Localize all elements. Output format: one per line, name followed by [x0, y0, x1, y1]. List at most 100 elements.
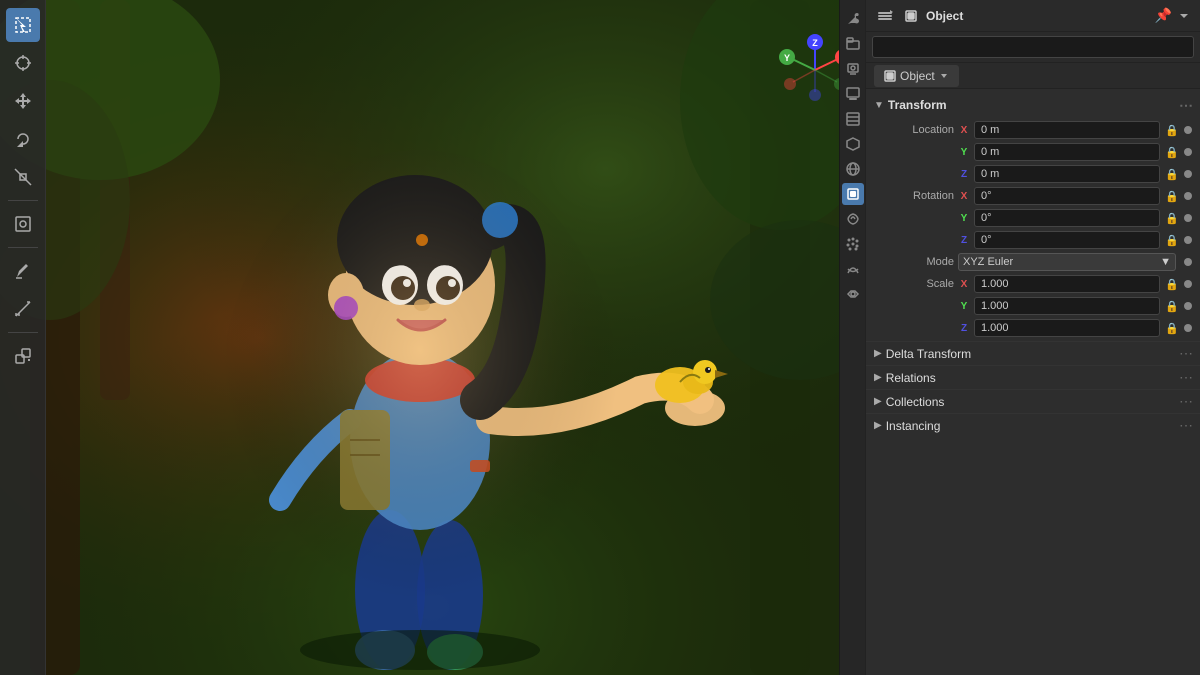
object-icon-header — [900, 5, 922, 27]
rotation-mode-select[interactable]: XYZ Euler ▼ — [958, 253, 1176, 271]
scale-z-lock[interactable]: 🔒 — [1164, 320, 1180, 336]
location-x-lock[interactable]: 🔒 — [1164, 122, 1180, 138]
props-icon-particles[interactable] — [842, 233, 864, 255]
scale-x-keyframe[interactable] — [1184, 280, 1192, 288]
props-icon-viewlayer[interactable] — [842, 108, 864, 130]
scale-y-keyframe[interactable] — [1184, 302, 1192, 310]
location-z-field[interactable]: 0 m — [974, 165, 1160, 183]
scale-y-field[interactable]: 1.000 — [974, 297, 1160, 315]
location-z-lock[interactable]: 🔒 — [1164, 166, 1180, 182]
location-x-row: Location X 0 m 🔒 — [866, 119, 1200, 141]
panel-menu-icon[interactable] — [874, 5, 896, 27]
transform-section-body: Location X 0 m 🔒 Y 0 m 🔒 — [866, 117, 1200, 341]
tool-transform[interactable] — [6, 207, 40, 241]
tool-move[interactable] — [6, 84, 40, 118]
viewport[interactable]: Z X Y — [0, 0, 865, 675]
location-z-row: Z 0 m 🔒 — [866, 163, 1200, 185]
location-y-lock[interactable]: 🔒 — [1164, 144, 1180, 160]
properties-search[interactable] — [872, 36, 1194, 58]
panel-pin-icon[interactable]: 📌 — [1155, 7, 1172, 24]
toolbar-separator-2 — [8, 247, 38, 248]
panel-header: Object 📌 — [866, 0, 1200, 32]
delta-label: Delta Transform — [886, 347, 971, 361]
scale-z-keyframe[interactable] — [1184, 324, 1192, 332]
collections-section[interactable]: ▶ Collections — [866, 389, 1200, 413]
object-tab-button[interactable]: Object — [874, 65, 959, 87]
location-y-row: Y 0 m 🔒 — [866, 141, 1200, 163]
location-x-keyframe[interactable] — [1184, 126, 1192, 134]
rotation-z-keyframe[interactable] — [1184, 236, 1192, 244]
instancing-arrow: ▶ — [874, 420, 882, 431]
tool-rotate[interactable] — [6, 122, 40, 156]
tool-scale[interactable] — [6, 160, 40, 194]
panel-expand-icon[interactable] — [1176, 8, 1192, 24]
svg-text:Z: Z — [812, 38, 818, 48]
right-panel: Object 📌 Object ▼ Transform — [865, 0, 1200, 675]
tool-select[interactable] — [6, 8, 40, 42]
scale-x-lock[interactable]: 🔒 — [1164, 276, 1180, 292]
rotation-z-field[interactable]: 0° — [974, 231, 1160, 249]
rotation-x-axis: X — [958, 191, 970, 202]
rotation-x-lock[interactable]: 🔒 — [1164, 188, 1180, 204]
mode-label: Mode — [874, 256, 954, 268]
props-icon-view[interactable] — [842, 33, 864, 55]
location-x-axis: X — [958, 125, 970, 136]
tab-dropdown-icon[interactable] — [939, 71, 949, 81]
props-icon-tools[interactable] — [842, 8, 864, 30]
panel-object-label: Object — [926, 9, 963, 23]
rotation-x-row: Rotation X 0° 🔒 — [866, 185, 1200, 207]
rotation-x-field[interactable]: 0° — [974, 187, 1160, 205]
location-x-field[interactable]: 0 m — [974, 121, 1160, 139]
props-icon-render[interactable] — [842, 58, 864, 80]
rotation-y-field[interactable]: 0° — [974, 209, 1160, 227]
delta-arrow: ▶ — [874, 348, 882, 359]
tool-annotate[interactable] — [6, 254, 40, 288]
rotation-y-keyframe[interactable] — [1184, 214, 1192, 222]
location-y-field[interactable]: 0 m — [974, 143, 1160, 161]
props-icon-constraints[interactable] — [842, 283, 864, 305]
rotation-z-row: Z 0° 🔒 — [866, 229, 1200, 251]
transform-arrow: ▼ — [874, 100, 884, 111]
toolbar-separator-3 — [8, 332, 38, 333]
properties-content: ▼ Transform Location X 0 m 🔒 Y 0 m — [866, 89, 1200, 675]
rotation-mode-row: Mode XYZ Euler ▼ — [866, 251, 1200, 273]
delta-transform-section[interactable]: ▶ Delta Transform — [866, 341, 1200, 365]
props-icon-physics[interactable] — [842, 258, 864, 280]
rotation-z-lock[interactable]: 🔒 — [1164, 232, 1180, 248]
tool-cursor[interactable] — [6, 46, 40, 80]
scale-z-field[interactable]: 1.000 — [974, 319, 1160, 337]
scale-x-axis: X — [958, 279, 970, 290]
relations-label: Relations — [886, 371, 936, 385]
toolbar-separator-1 — [8, 200, 38, 201]
scale-x-field[interactable]: 1.000 — [974, 275, 1160, 293]
rotation-z-axis: Z — [958, 235, 970, 246]
instancing-section[interactable]: ▶ Instancing — [866, 413, 1200, 437]
collections-arrow: ▶ — [874, 396, 882, 407]
transform-section-header[interactable]: ▼ Transform — [866, 93, 1200, 117]
location-y-keyframe[interactable] — [1184, 148, 1192, 156]
rotation-x-keyframe[interactable] — [1184, 192, 1192, 200]
props-icon-modifiers[interactable] — [842, 208, 864, 230]
scale-y-lock[interactable]: 🔒 — [1164, 298, 1180, 314]
scale-x-row: Scale X 1.000 🔒 — [866, 273, 1200, 295]
location-z-axis: Z — [958, 169, 970, 180]
props-icon-object[interactable] — [842, 183, 864, 205]
scale-z-axis: Z — [958, 323, 970, 334]
props-icon-world[interactable] — [842, 158, 864, 180]
left-toolbar — [0, 0, 46, 675]
scale-y-row: Y 1.000 🔒 — [866, 295, 1200, 317]
object-tab-label: Object — [900, 69, 935, 83]
collections-label: Collections — [886, 395, 945, 409]
relations-section[interactable]: ▶ Relations — [866, 365, 1200, 389]
tool-add[interactable] — [6, 339, 40, 373]
scale-z-row: Z 1.000 🔒 — [866, 317, 1200, 339]
location-z-keyframe[interactable] — [1184, 170, 1192, 178]
props-icon-output[interactable] — [842, 83, 864, 105]
tool-measure[interactable] — [6, 292, 40, 326]
mode-keyframe[interactable] — [1184, 258, 1192, 266]
rotation-label: Rotation — [874, 190, 954, 202]
rotation-y-lock[interactable]: 🔒 — [1164, 210, 1180, 226]
location-label: Location — [874, 124, 954, 136]
props-icon-scene[interactable] — [842, 133, 864, 155]
rotation-y-axis: Y — [958, 213, 970, 224]
